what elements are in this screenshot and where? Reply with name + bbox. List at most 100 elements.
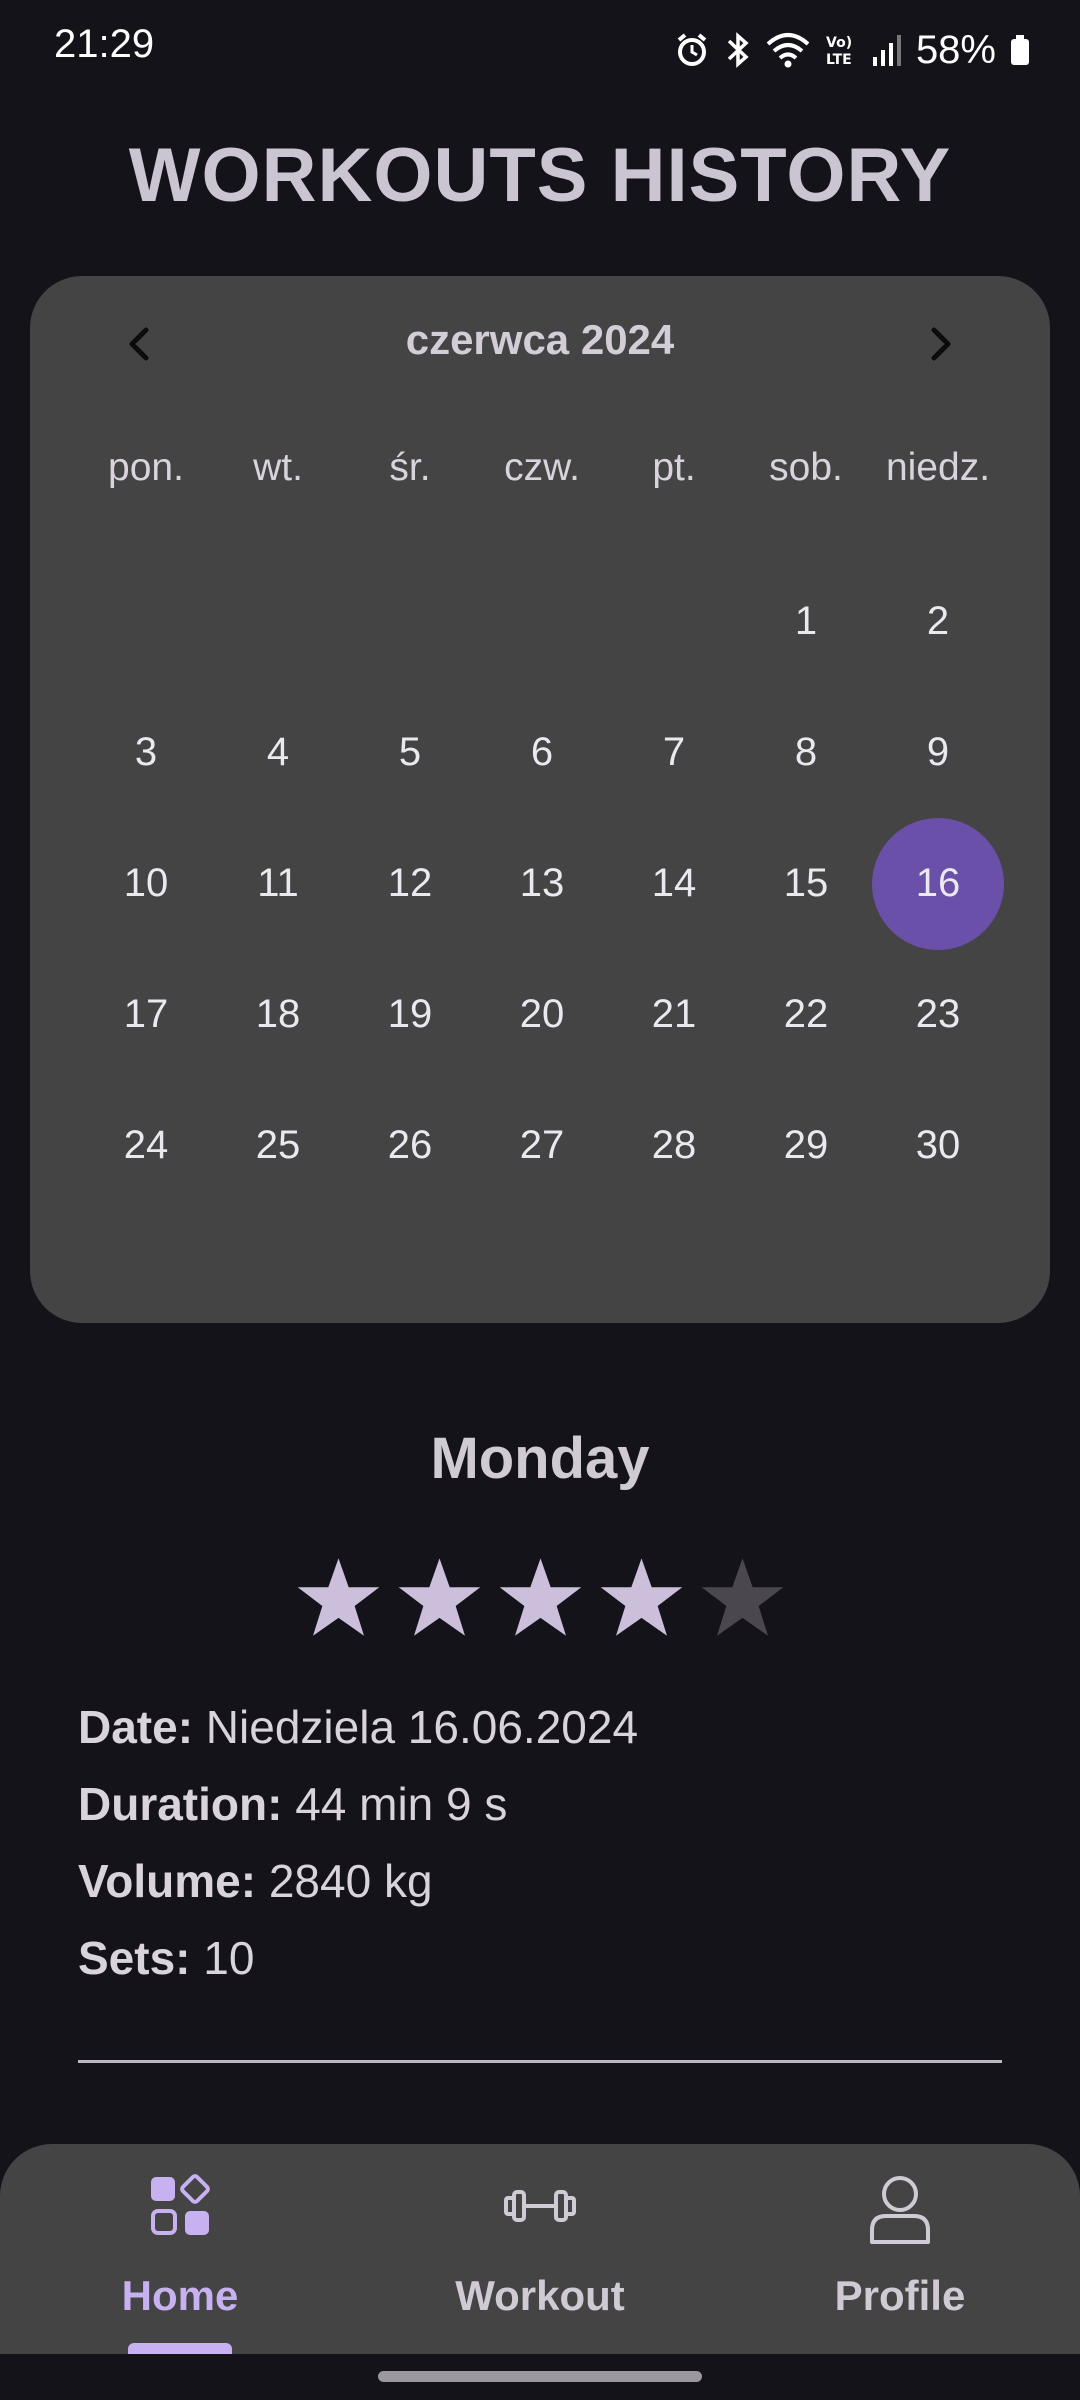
- calendar-days-grid: 1 2 3 4 5 6 7 8 9 10 11 12 13 14 15 16 17 18 19 20 21 22 23 24 2…: [80, 556, 1004, 1211]
- calendar-day-number: 9: [926, 730, 950, 774]
- calendar-day[interactable]: 8: [740, 687, 872, 818]
- calendar: czerwca 2024 pon. wt. śr. czw. pt. sob. …: [30, 276, 1050, 1323]
- status-bar: 21:29 Vo) LTE 58%: [0, 0, 1080, 100]
- star-filled-icon[interactable]: [296, 1555, 381, 1640]
- weekday-label: wt.: [253, 446, 303, 489]
- calendar-day-empty: [608, 556, 740, 687]
- calendar-day-number: 7: [662, 730, 686, 774]
- month-label: czerwca 2024: [405, 316, 675, 363]
- calendar-day[interactable]: 30: [872, 1080, 1004, 1211]
- calendar-day-number: 19: [387, 992, 433, 1036]
- status-time: 21:29: [54, 22, 155, 66]
- star-empty-icon[interactable]: [700, 1555, 785, 1640]
- sets-label: Sets:: [78, 1932, 191, 1984]
- calendar-day-number: 27: [519, 1123, 565, 1167]
- calendar-day-number: 18: [255, 992, 301, 1036]
- calendar-day-number: 17: [123, 992, 169, 1036]
- calendar-day[interactable]: 24: [80, 1080, 212, 1211]
- sets-row: Sets: 10: [78, 1926, 638, 2003]
- active-tab-indicator: [128, 2343, 232, 2354]
- calendar-day-empty: [476, 556, 608, 687]
- home-gesture-handle[interactable]: [378, 2371, 702, 2382]
- calendar-day-number: 22: [783, 992, 829, 1036]
- calendar-day-number: 2: [926, 599, 950, 643]
- nav-item-profile[interactable]: Profile: [720, 2144, 1080, 2354]
- weekday-label: czw.: [504, 446, 580, 489]
- volume-value: 2840 kg: [256, 1855, 433, 1907]
- calendar-day-number: 26: [387, 1123, 433, 1167]
- calendar-day-empty: [80, 556, 212, 687]
- svg-text:Vo): Vo): [826, 35, 852, 51]
- calendar-day[interactable]: 4: [212, 687, 344, 818]
- calendar-day-number: 28: [651, 1123, 697, 1167]
- calendar-day[interactable]: 3: [80, 687, 212, 818]
- calendar-header: czerwca 2024: [30, 276, 1050, 406]
- date-label: Date:: [78, 1701, 194, 1753]
- duration-value: 44 min 9 s: [282, 1778, 508, 1830]
- calendar-day[interactable]: 13: [476, 818, 608, 949]
- calendar-day[interactable]: 2: [872, 556, 1004, 687]
- calendar-day[interactable]: 23: [872, 949, 1004, 1080]
- calendar-day[interactable]: 9: [872, 687, 1004, 818]
- calendar-day[interactable]: 18: [212, 949, 344, 1080]
- calendar-day-empty: [212, 556, 344, 687]
- calendar-day-number: 11: [257, 861, 299, 905]
- next-month-button[interactable]: [910, 314, 970, 374]
- weekday-label: niedz.: [885, 446, 991, 489]
- bluetooth-icon: [727, 32, 749, 68]
- volume-label: Volume:: [78, 1855, 257, 1907]
- date-row: Date: Niedziela 16.06.2024: [78, 1695, 638, 1772]
- calendar-day-number: 12: [387, 861, 433, 905]
- calendar-day[interactable]: 15: [740, 818, 872, 949]
- workout-details: Date: Niedziela 16.06.2024 Duration: 44 …: [78, 1695, 638, 2003]
- calendar-day[interactable]: 6: [476, 687, 608, 818]
- dumbbell-icon: [504, 2190, 576, 2222]
- calendar-day-number: 16: [915, 861, 961, 905]
- rating-stars: [0, 1555, 1080, 1640]
- calendar-day-number: 20: [519, 992, 565, 1036]
- calendar-day-number: 5: [398, 730, 422, 774]
- star-filled-icon[interactable]: [599, 1555, 684, 1640]
- calendar-day[interactable]: 27: [476, 1080, 608, 1211]
- workout-day-name: Monday: [430, 1426, 650, 1491]
- weekday-label: pt.: [652, 446, 696, 489]
- weekday-header-row: pon. wt. śr. czw. pt. sob. niedz.: [80, 446, 1004, 490]
- page-title: WORKOUTS HISTORY: [128, 133, 952, 218]
- calendar-day-number: 29: [783, 1123, 829, 1167]
- calendar-day[interactable]: 29: [740, 1080, 872, 1211]
- wifi-icon: [766, 33, 810, 68]
- nav-item-home[interactable]: Home: [0, 2144, 360, 2354]
- calendar-day[interactable]: 14: [608, 818, 740, 949]
- star-filled-icon[interactable]: [397, 1555, 482, 1640]
- weekday-label: pon.: [108, 446, 184, 489]
- calendar-day[interactable]: 21: [608, 949, 740, 1080]
- calendar-day-selected[interactable]: 16: [872, 818, 1004, 949]
- star-filled-icon[interactable]: [498, 1555, 583, 1640]
- calendar-day[interactable]: 5: [344, 687, 476, 818]
- volte-icon: Vo) LTE: [826, 35, 852, 68]
- calendar-day[interactable]: 22: [740, 949, 872, 1080]
- calendar-day[interactable]: 7: [608, 687, 740, 818]
- calendar-day[interactable]: 26: [344, 1080, 476, 1211]
- svg-text:LTE: LTE: [826, 52, 852, 68]
- calendar-day[interactable]: 11: [212, 818, 344, 949]
- nav-label-workout: Workout: [455, 2272, 625, 2319]
- volume-row: Volume: 2840 kg: [78, 1849, 638, 1926]
- battery-percent: 58%: [915, 27, 996, 72]
- sets-value: 10: [190, 1932, 255, 1984]
- duration-label: Duration:: [78, 1778, 283, 1830]
- calendar-day[interactable]: 1: [740, 556, 872, 687]
- calendar-day[interactable]: 19: [344, 949, 476, 1080]
- calendar-day[interactable]: 10: [80, 818, 212, 949]
- calendar-day-number: 25: [255, 1123, 301, 1167]
- nav-item-workout[interactable]: Workout: [360, 2144, 720, 2354]
- status-icons: Vo) LTE 58%: [674, 20, 1030, 80]
- calendar-day-number: 3: [134, 730, 158, 774]
- calendar-day[interactable]: 17: [80, 949, 212, 1080]
- calendar-day-number: 10: [123, 861, 169, 905]
- calendar-day[interactable]: 12: [344, 818, 476, 949]
- calendar-day[interactable]: 28: [608, 1080, 740, 1211]
- calendar-day[interactable]: 20: [476, 949, 608, 1080]
- chevron-right-icon: [931, 327, 951, 361]
- calendar-day[interactable]: 25: [212, 1080, 344, 1211]
